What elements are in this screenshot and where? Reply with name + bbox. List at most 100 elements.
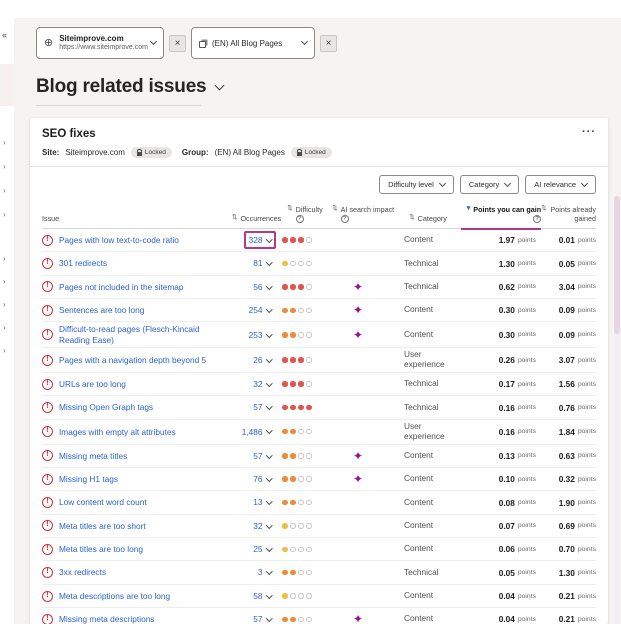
occurrences-value[interactable]: 253 (249, 330, 263, 340)
occurrences-control[interactable]: 253 (244, 326, 276, 344)
occurrences-control[interactable]: 81 (248, 254, 276, 272)
occurrences-control[interactable]: 58 (248, 587, 276, 605)
group-selector[interactable]: (EN) All Blog Pages (191, 27, 315, 59)
occurrences-value[interactable]: 32 (253, 521, 262, 531)
issue-link[interactable]: URLs are too long (59, 379, 126, 389)
chevron-down-icon (266, 475, 272, 481)
chevron-right-icon[interactable]: › (3, 210, 6, 219)
issue-link[interactable]: Missing meta titles (59, 451, 127, 461)
sort-descending-icon[interactable]: ▾ (467, 205, 471, 223)
occurrences-value[interactable]: 76 (253, 474, 262, 484)
occurrences-control[interactable]: 1,486 (237, 423, 276, 441)
occurrences-control[interactable]: 26 (248, 351, 276, 369)
occurrences-value[interactable]: 3 (258, 567, 263, 577)
occurrences-control[interactable]: 32 (248, 517, 276, 535)
chevron-right-icon[interactable]: › (3, 346, 6, 355)
chevron-right-icon[interactable]: › (3, 162, 6, 171)
difficulty-dot (290, 405, 296, 411)
issue-link[interactable]: Difficult-to-read pages (Flesch-Kincaid … (59, 324, 232, 345)
chevron-right-icon[interactable]: › (3, 277, 6, 286)
column-header-category[interactable]: ⇅ Category (395, 214, 459, 223)
occurrences-control[interactable]: 57 (248, 398, 276, 416)
difficulty-dot (282, 617, 288, 623)
filter-ai-relevance[interactable]: AI relevance (525, 175, 596, 194)
issue-link[interactable]: Low content word count (59, 497, 147, 507)
occurrences-value[interactable]: 57 (253, 451, 262, 461)
occurrences-value[interactable]: 254 (249, 305, 263, 315)
sort-icon[interactable]: ⇅ (332, 205, 337, 223)
table-row: ! Missing Open Graph tags 57 ✦ Technical… (42, 396, 596, 419)
occurrences-control[interactable]: 3 (253, 563, 276, 581)
occurrences-value[interactable]: 58 (253, 591, 262, 601)
chevron-right-icon[interactable]: › (3, 300, 6, 309)
issue-link[interactable]: Meta titles are too short (59, 521, 146, 531)
occurrences-value[interactable]: 26 (253, 355, 262, 365)
issue-link[interactable]: Missing Open Graph tags (59, 402, 153, 412)
issue-link[interactable]: 301 redirects (59, 258, 107, 268)
column-header-issue[interactable]: Issue (42, 214, 232, 223)
chevron-right-icon[interactable]: › (3, 138, 6, 147)
occurrences-control[interactable]: 328 (244, 231, 276, 249)
filter-difficulty-level[interactable]: Difficulty level (379, 175, 454, 194)
column-header-ai-search-impact[interactable]: ⇅ AI search impact ? (331, 205, 395, 223)
sidebar-collapse-button[interactable]: « (2, 30, 7, 40)
group-selector-clear-button[interactable]: × (320, 35, 337, 52)
occurrences-value[interactable]: 57 (253, 614, 262, 624)
column-header-difficulty[interactable]: ⇅ Difficulty ? (281, 205, 331, 223)
occurrences-control[interactable]: 13 (248, 493, 276, 511)
difficulty-dot (290, 500, 296, 506)
sort-icon[interactable]: ⇅ (232, 214, 237, 223)
scrollbar-thumb[interactable] (614, 196, 620, 334)
issue-link[interactable]: Meta titles are too long (59, 544, 143, 554)
occurrences-control[interactable]: 254 (244, 301, 276, 319)
collapsed-sidebar: « › › › › › › › › › (0, 18, 14, 624)
occurrences-control[interactable]: 57 (248, 610, 276, 624)
filter-category[interactable]: Category (460, 175, 519, 194)
occurrences-value[interactable]: 1,486 (242, 427, 263, 437)
issue-link[interactable]: Meta descriptions are too long (59, 591, 170, 601)
scrollbar[interactable] (614, 196, 620, 624)
occurrences-control[interactable]: 25 (248, 540, 276, 558)
issue-link[interactable]: Missing meta descriptions (59, 614, 154, 624)
page-title-dropdown[interactable]: Blog related issues (36, 76, 223, 98)
occurrences-value[interactable]: 56 (253, 282, 262, 292)
card-menu-button[interactable]: ··· (582, 126, 596, 138)
category-value: Content (390, 235, 454, 245)
site-selector[interactable]: ⊕ Siteimprove.com https://www.siteimprov… (36, 27, 164, 59)
column-header-points-already-gained[interactable]: ⇅ Points already gained (541, 205, 596, 223)
occurrences-value[interactable]: 25 (253, 544, 262, 554)
chevron-right-icon[interactable]: › (3, 323, 6, 332)
info-icon[interactable]: ? (533, 215, 541, 223)
table-row: ! Missing meta titles 57 ✦ Content 0.13 … (42, 445, 596, 468)
occurrences-value[interactable]: 57 (253, 402, 262, 412)
sort-icon[interactable]: ⇅ (541, 205, 546, 223)
points-unit: points (578, 569, 596, 576)
points-unit: points (518, 546, 536, 553)
column-header-occurrences[interactable]: ⇅ Occurrences (232, 214, 281, 223)
issue-link[interactable]: 3xx redirects (59, 567, 106, 577)
issue-link[interactable]: Pages with a navigation depth beyond 5 (59, 355, 206, 365)
info-icon[interactable]: ? (296, 215, 304, 223)
issue-link[interactable]: Images with empty alt attributes (59, 427, 176, 437)
occurrences-control[interactable]: 57 (248, 447, 276, 465)
chevron-down-icon (266, 283, 272, 289)
sort-icon[interactable]: ⇅ (409, 214, 414, 223)
column-header-points-you-can-gain[interactable]: ▾ Points you can gain ? (459, 205, 541, 223)
issue-link[interactable]: Sentences are too long (59, 305, 144, 315)
issue-link[interactable]: Pages not included in the sitemap (59, 282, 184, 292)
sort-icon[interactable]: ⇅ (287, 205, 292, 223)
issue-link[interactable]: Pages with low text-to-code ratio (59, 235, 179, 245)
info-icon[interactable]: ? (341, 215, 349, 223)
occurrences-control[interactable]: 32 (248, 375, 276, 393)
occurrences-value[interactable]: 32 (253, 379, 262, 389)
occurrences-value[interactable]: 13 (253, 497, 262, 507)
chevron-right-icon[interactable]: › (3, 186, 6, 195)
chevron-right-icon[interactable]: › (3, 254, 6, 263)
occurrences-value[interactable]: 81 (253, 258, 262, 268)
occurrences-control[interactable]: 56 (248, 278, 276, 296)
occurrences-value[interactable]: 328 (249, 235, 263, 245)
occurrences-control[interactable]: 76 (248, 470, 276, 488)
site-selector-clear-button[interactable]: × (169, 35, 186, 52)
difficulty-dots (276, 308, 326, 314)
issue-link[interactable]: Missing H1 tags (59, 474, 118, 484)
